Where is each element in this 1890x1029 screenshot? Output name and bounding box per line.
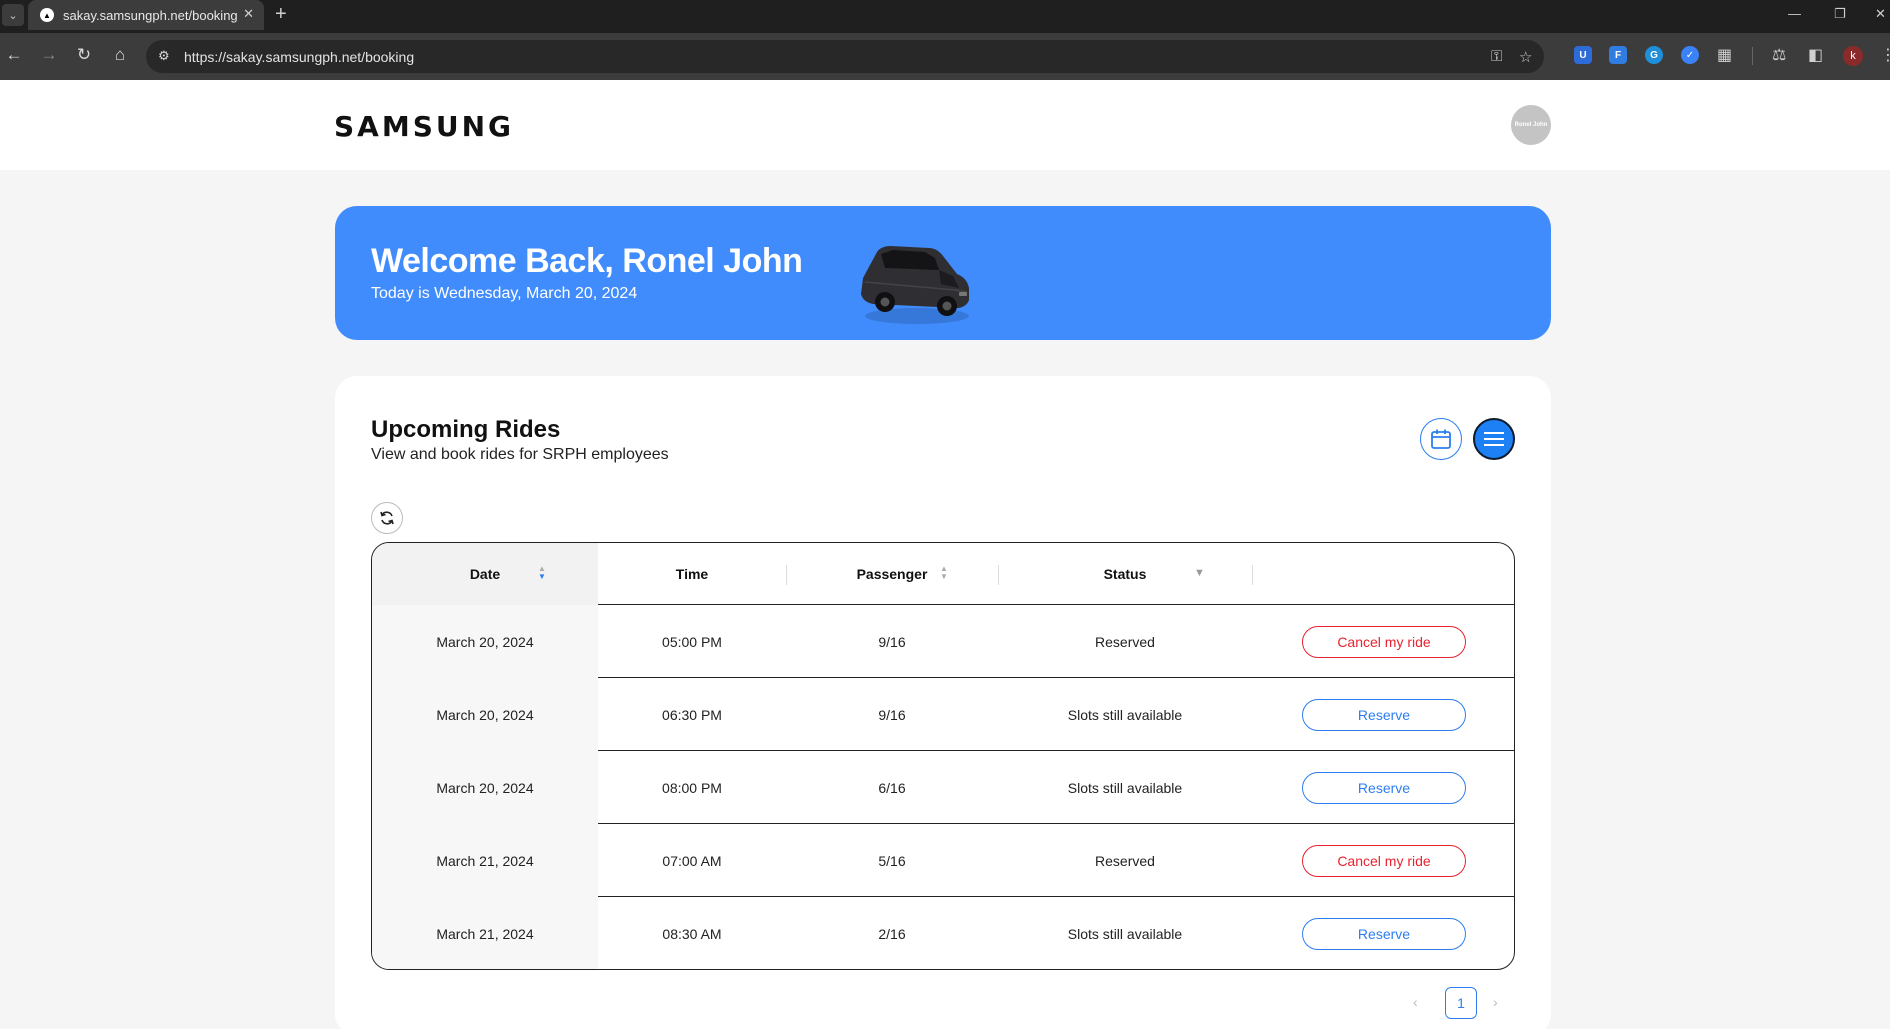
column-label-time: Time [675, 566, 709, 582]
browser-toolbar: ← → ↻ ⌂ ⚙ https://sakay.samsungph.net/bo… [0, 33, 1890, 80]
table-row: March 20, 2024 05:00 PM 9/16 Reserved Ca… [372, 605, 1514, 678]
next-page-icon[interactable]: › [1493, 994, 1498, 1010]
upcoming-rides-card: Upcoming Rides View and book rides for S… [335, 376, 1551, 1029]
ride-date: March 20, 2024 [372, 751, 598, 824]
table-header: Date ▲ ▼ Time Passenger ▲ ▼ Status ▼ [372, 543, 1514, 605]
ride-time: 05:00 PM [662, 633, 722, 650]
column-header-status: Status [998, 543, 1252, 605]
rides-subtitle: View and book rides for SRPH employees [371, 446, 669, 463]
calendar-icon [1431, 429, 1451, 449]
filter-icon[interactable]: ▼ [1194, 567, 1205, 579]
user-avatar[interactable]: Ronel John [1511, 105, 1551, 145]
back-icon[interactable]: ← [2, 45, 26, 65]
column-label-date: Date [469, 566, 501, 582]
ride-time: 08:00 PM [662, 779, 722, 796]
ride-action-cell: Cancel my ride [1252, 824, 1514, 897]
site-favicon-icon: ▲ [40, 8, 54, 22]
browser-tabstrip: ⌄ ▲ sakay.samsungph.net/booking ✕ + — ❐ … [0, 0, 1890, 33]
reserve-button[interactable]: Reserve [1302, 771, 1466, 804]
van-illustration-icon [861, 246, 969, 324]
browser-menu-icon[interactable]: ⋮ [1880, 45, 1890, 65]
side-panel-icon[interactable]: ◧ [1808, 45, 1823, 65]
page-number-button[interactable]: 1 [1445, 987, 1477, 1019]
calendar-view-button[interactable] [1420, 418, 1462, 460]
column-divider [1252, 565, 1253, 585]
home-icon[interactable]: ⌂ [108, 45, 132, 65]
ride-date: March 21, 2024 [372, 824, 598, 897]
welcome-title: Welcome Back, Ronel John [371, 242, 803, 280]
reserve-button[interactable]: Reserve [1302, 698, 1466, 731]
ride-time: 07:00 AM [662, 852, 722, 869]
toolbar-divider [1752, 47, 1753, 65]
tab-search-chevron-icon[interactable]: ⌄ [2, 4, 24, 26]
browser-profile-avatar[interactable]: k [1843, 46, 1863, 66]
list-view-button[interactable] [1473, 418, 1515, 460]
ride-status: Slots still available [1067, 925, 1183, 942]
ride-date: March 20, 2024 [372, 678, 598, 751]
cancel-ride-button[interactable]: Cancel my ride [1302, 625, 1466, 658]
ride-passenger-count: 2/16 [878, 925, 906, 942]
column-header-passenger[interactable]: Passenger [786, 543, 998, 605]
password-key-icon[interactable]: ⚿ [1491, 48, 1502, 65]
refresh-icon [380, 511, 394, 525]
ride-time: 08:30 AM [662, 925, 722, 942]
url-text[interactable]: https://sakay.samsungph.net/booking [184, 49, 414, 65]
extensions-puzzle-icon[interactable]: ▦ [1717, 45, 1732, 65]
extension-4-icon[interactable]: ✓ [1681, 46, 1699, 64]
rides-table: Date ▲ ▼ Time Passenger ▲ ▼ Status ▼ March… [371, 542, 1515, 970]
new-tab-icon[interactable]: + [275, 3, 287, 26]
ride-passenger-count: 9/16 [878, 633, 906, 650]
extension-2-icon[interactable]: F [1609, 46, 1627, 64]
column-header-time: Time [598, 543, 786, 605]
bookmark-star-icon[interactable]: ☆ [1519, 48, 1532, 66]
ride-passenger-count: 6/16 [878, 779, 906, 796]
ride-status: Reserved [1095, 633, 1155, 650]
sort-icon[interactable]: ▲ ▼ [538, 565, 546, 581]
forward-icon[interactable]: → [37, 45, 61, 65]
ride-action-cell: Reserve [1252, 678, 1514, 751]
welcome-banner: Welcome Back, Ronel John Today is Wednes… [335, 206, 1551, 340]
address-bar[interactable]: ⚙ https://sakay.samsungph.net/booking ⚿ … [146, 40, 1544, 73]
ride-status: Slots still available [1067, 779, 1183, 796]
column-label-passenger: Passenger [856, 566, 928, 582]
ride-action-cell: Reserve [1252, 897, 1514, 969]
today-date-text: Today is Wednesday, March 20, 2024 [371, 285, 638, 302]
ride-status: Reserved [1095, 852, 1155, 869]
close-window-icon[interactable]: ✕ [1875, 6, 1886, 22]
extension-1-icon[interactable]: U [1574, 46, 1592, 64]
sort-icon[interactable]: ▲ ▼ [940, 565, 948, 581]
table-row: March 21, 2024 08:30 AM 2/16 Slots still… [372, 897, 1514, 969]
ride-time: 06:30 PM [662, 706, 722, 723]
close-tab-icon[interactable]: ✕ [243, 6, 254, 22]
browser-tab[interactable]: ▲ sakay.samsungph.net/booking ✕ [28, 0, 264, 30]
reserve-button[interactable]: Reserve [1302, 917, 1466, 950]
ride-date: March 20, 2024 [372, 605, 598, 678]
prev-page-icon[interactable]: ‹ [1413, 994, 1418, 1010]
table-row: March 21, 2024 07:00 AM 5/16 Reserved Ca… [372, 824, 1514, 897]
labs-flask-icon[interactable]: ⚖ [1772, 45, 1786, 65]
site-info-icon[interactable]: ⚙ [158, 48, 170, 64]
extension-3-icon[interactable]: G [1645, 46, 1663, 64]
rides-title: Upcoming Rides [371, 416, 561, 443]
column-label-status: Status [1103, 566, 1147, 582]
ride-status: Slots still available [1067, 706, 1183, 723]
table-row: March 20, 2024 06:30 PM 9/16 Slots still… [372, 678, 1514, 751]
minimize-window-icon[interactable]: — [1788, 6, 1801, 21]
samsung-logo[interactable]: SAMSUNG [334, 110, 514, 143]
refresh-button[interactable] [371, 502, 403, 534]
ride-action-cell: Reserve [1252, 751, 1514, 824]
table-row: March 20, 2024 08:00 PM 6/16 Slots still… [372, 751, 1514, 824]
tab-title: sakay.samsungph.net/booking [63, 7, 238, 23]
reload-icon[interactable]: ↻ [72, 45, 96, 65]
site-header: SAMSUNG Ronel John [0, 80, 1890, 170]
cancel-ride-button[interactable]: Cancel my ride [1302, 844, 1466, 877]
ride-passenger-count: 5/16 [878, 852, 906, 869]
ride-passenger-count: 9/16 [878, 706, 906, 723]
ride-date: March 21, 2024 [372, 897, 598, 969]
column-header-date[interactable]: Date [372, 543, 598, 605]
list-icon [1484, 432, 1504, 446]
ride-action-cell: Cancel my ride [1252, 605, 1514, 678]
restore-window-icon[interactable]: ❐ [1834, 6, 1846, 22]
